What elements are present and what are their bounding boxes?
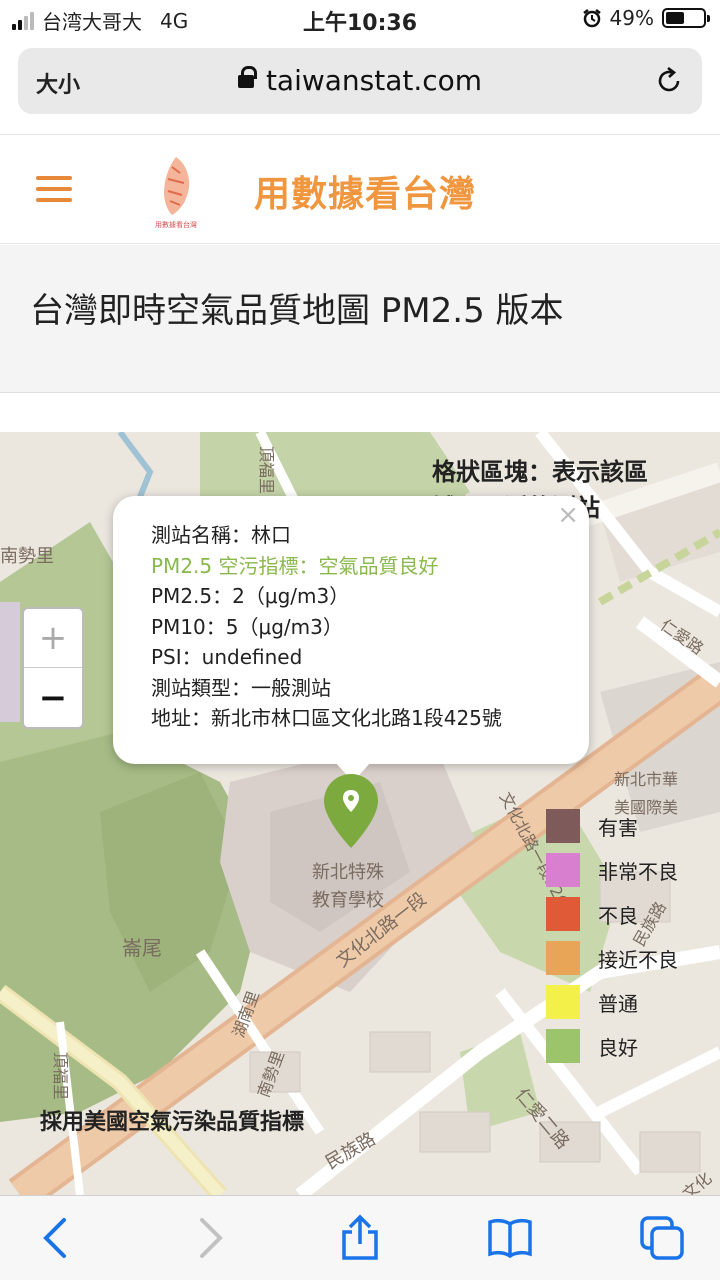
station-address: 地址：新北市林口區文化北路1段425號 — [151, 706, 502, 730]
map-label: 頂福里 — [257, 446, 276, 495]
pm10-value: PM10：5（μg/m3） — [151, 614, 343, 639]
zoom-control: + − — [22, 607, 84, 729]
legend-label: 接近不良 — [598, 947, 678, 972]
legend-item: 不良 — [546, 892, 678, 936]
map-label: 頂福里 — [51, 1052, 70, 1101]
site-title[interactable]: 用數據看台灣 — [254, 165, 476, 217]
legend-item: 有害 — [546, 804, 678, 848]
legend-item: 良好 — [546, 1024, 678, 1068]
back-icon[interactable] — [32, 1214, 80, 1262]
page-title: 台灣即時空氣品質地圖 PM2.5 版本 — [30, 291, 564, 331]
legend-swatch — [546, 941, 580, 975]
map-pin-icon[interactable] — [322, 772, 380, 852]
aqi-legend: 有害非常不良不良接近不良普通良好 — [546, 804, 678, 1068]
battery-percent: 49% — [609, 6, 654, 30]
legend-label: 普通 — [598, 991, 638, 1016]
legend-item: 普通 — [546, 980, 678, 1024]
status-bar: 台湾大哥大 4G 上午10:36 49% — [0, 0, 720, 40]
url-text: taiwanstat.com — [265, 64, 483, 97]
popup-close-button[interactable]: × — [557, 500, 579, 530]
zoom-in-button[interactable]: + — [24, 609, 82, 668]
book-icon[interactable] — [486, 1214, 534, 1262]
legend-swatch — [546, 1029, 580, 1063]
map-label: 新北市華 — [614, 770, 679, 789]
station-type: 測站類型：一般測站 — [151, 675, 331, 700]
pm25-value: PM2.5：2（μg/m3） — [151, 584, 350, 608]
map-label: 南勢里 — [0, 546, 54, 567]
svg-text:用數據看台灣: 用數據看台灣 — [155, 220, 197, 229]
site-header: 用數據看台灣 用數據看台灣 — [0, 134, 720, 244]
legend-label: 有害 — [598, 815, 638, 840]
lock-icon — [237, 66, 257, 91]
share-icon[interactable] — [336, 1214, 384, 1262]
tabs-icon[interactable] — [638, 1214, 686, 1262]
address-bar[interactable]: 大小 taiwanstat.com — [18, 48, 702, 114]
station-name: 測站名稱：林口 — [151, 523, 291, 547]
psi-value: PSI：undefined — [151, 645, 303, 669]
grid-note-line: 格狀區塊：表示該區 — [432, 458, 648, 486]
zoom-out-button[interactable]: − — [24, 668, 82, 727]
url-field[interactable]: taiwanstat.com — [18, 64, 702, 97]
legend-swatch — [546, 985, 580, 1019]
legend-label: 非常不良 — [598, 859, 678, 884]
legend-swatch — [546, 897, 580, 931]
alarm-icon — [582, 9, 601, 28]
station-popup: × 測站名稱：林口 PM2.5 空污指標：空氣品質良好 PM2.5：2（μg/m… — [113, 496, 589, 782]
map-label: 新北特殊 — [312, 862, 384, 883]
air-quality-map[interactable]: 南勢里 崙尾 新北特殊 教育學校 新北市華 美國際美 文化北路一段 民族路 仁愛… — [0, 432, 720, 1195]
reload-icon[interactable] — [654, 66, 684, 96]
battery-icon — [662, 8, 710, 28]
legend-swatch — [546, 809, 580, 843]
menu-icon[interactable] — [36, 176, 72, 202]
legend-item: 接近不良 — [546, 936, 678, 980]
site-logo[interactable]: 用數據看台灣 — [144, 153, 208, 233]
aqi-standard-note: 採用美國空氣污染品質指標 — [40, 1110, 305, 1135]
map-label: 崙尾 — [122, 936, 162, 960]
browser-toolbar — [0, 1195, 720, 1280]
map-label: 教育學校 — [312, 890, 384, 911]
legend-label: 良好 — [598, 1035, 638, 1060]
legend-swatch — [546, 853, 580, 887]
air-quality-status: PM2.5 空污指標：空氣品質良好 — [151, 553, 439, 578]
legend-label: 不良 — [598, 903, 638, 928]
forward-icon[interactable] — [186, 1214, 234, 1262]
page-title-area: 台灣即時空氣品質地圖 PM2.5 版本 — [0, 245, 720, 393]
legend-item: 非常不良 — [546, 848, 678, 892]
